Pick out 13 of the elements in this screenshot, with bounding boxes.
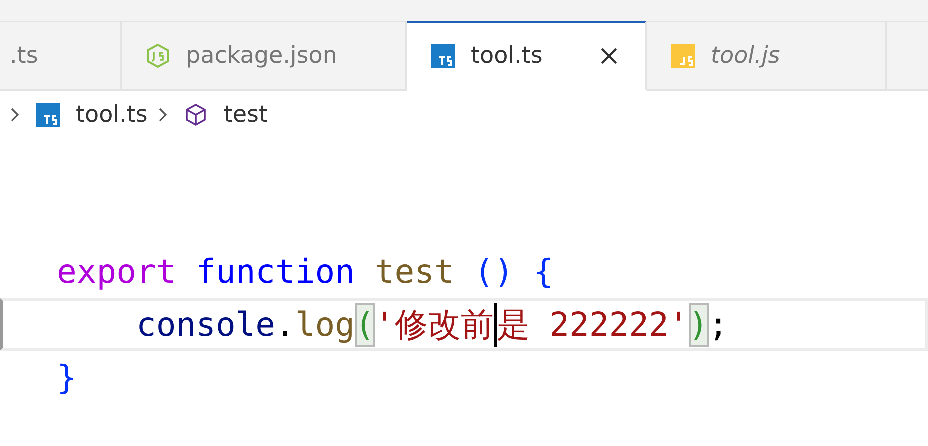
breadcrumb-item[interactable]: tool.ts	[76, 102, 148, 128]
editor-tab[interactable]: .ts	[0, 22, 122, 91]
editor-tab[interactable]: tool.js	[647, 22, 887, 91]
editor-tab[interactable]: tool.ts ×	[407, 21, 647, 91]
breadcrumb-item[interactable]: test	[224, 102, 268, 128]
cube-icon	[184, 103, 208, 127]
javascript-file-icon	[671, 44, 695, 68]
hexagon-file-icon	[146, 44, 170, 68]
typescript-file-icon	[36, 103, 60, 127]
code-line: }	[56, 357, 78, 399]
typescript-file-icon	[431, 44, 455, 68]
code-line: export function test () {	[56, 251, 555, 293]
close-icon[interactable]: ×	[598, 42, 621, 70]
